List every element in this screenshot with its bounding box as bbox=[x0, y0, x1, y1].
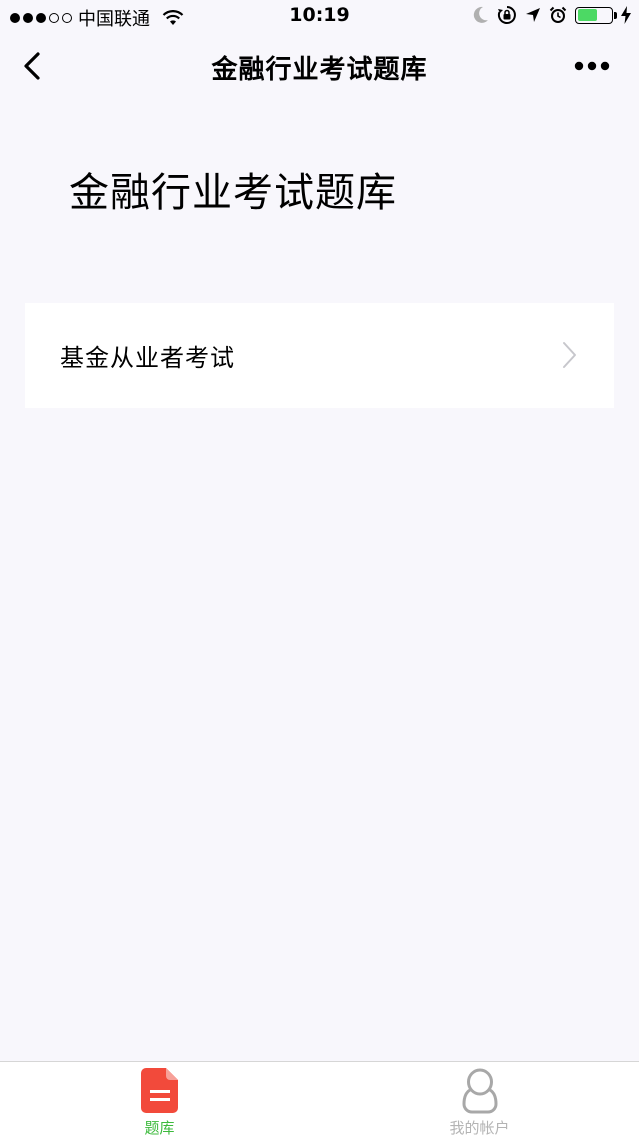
tab-bar: 题库 我的帐户 bbox=[0, 1061, 639, 1136]
page-title: 金融行业考试题库 bbox=[69, 170, 397, 216]
list-item-fund-exam[interactable]: 基金从业者考试 bbox=[25, 303, 614, 408]
battery-icon bbox=[575, 6, 617, 24]
tab-label: 我的帐户 bbox=[449, 1119, 510, 1136]
moon-icon bbox=[473, 6, 488, 23]
battery-level-fill bbox=[577, 9, 598, 21]
nav-title: 金融行业考试题库 bbox=[211, 55, 428, 85]
charging-bolt-icon bbox=[621, 6, 631, 24]
rotation-lock-icon bbox=[497, 6, 516, 24]
person-icon bbox=[461, 1068, 498, 1114]
more-button[interactable] bbox=[573, 54, 613, 78]
navigation-bar: 金融行业考试题库 bbox=[0, 34, 639, 98]
location-arrow-icon bbox=[526, 8, 540, 22]
tab-my-account[interactable]: 我的帐户 bbox=[320, 1062, 639, 1136]
list-item-label: 基金从业者考试 bbox=[60, 344, 235, 372]
more-dots-icon bbox=[574, 61, 610, 71]
tab-question-bank[interactable]: 题库 bbox=[0, 1062, 319, 1136]
status-right bbox=[473, 5, 631, 25]
app-screen: 中国联通 10:19 金融行业考试题库 金融行业考试题库 基金从业者考试 题库 … bbox=[0, 0, 639, 1136]
chevron-right-icon bbox=[563, 342, 576, 368]
alarm-clock-icon bbox=[549, 6, 567, 23]
document-icon bbox=[140, 1068, 178, 1113]
tab-label: 题库 bbox=[144, 1119, 175, 1136]
status-bar: 中国联通 10:19 bbox=[0, 0, 639, 34]
